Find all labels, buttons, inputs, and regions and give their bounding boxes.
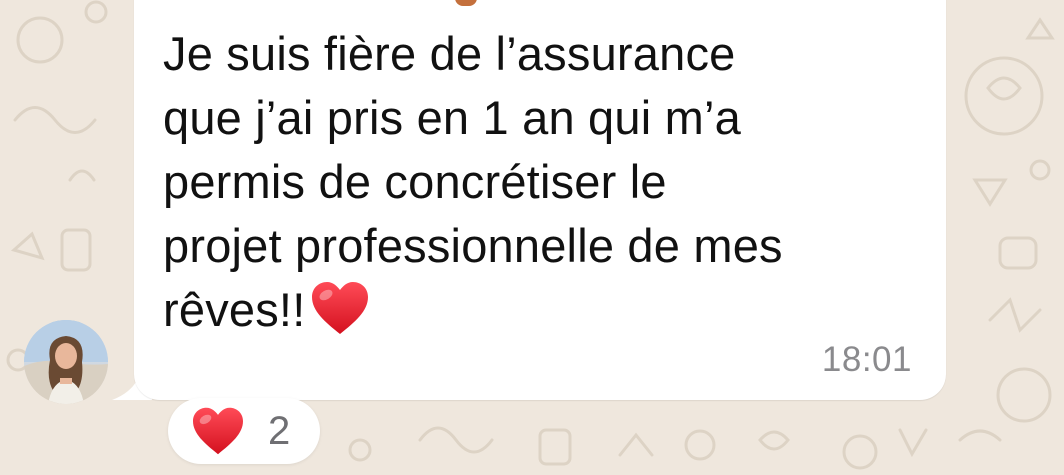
message-line: que j’ai pris en 1 an qui m’a	[163, 91, 741, 144]
message-line: projet professionnelle de mes	[163, 219, 783, 272]
avatar[interactable]	[24, 320, 108, 404]
message-text[interactable]: Je suis fière de l’assurance que j’ai pr…	[163, 22, 923, 342]
message-line: permis de concrétiser le	[163, 155, 667, 208]
message-line: Je suis fière de l’assurance	[163, 27, 736, 80]
profile-photo-icon	[24, 320, 108, 404]
heart-emoji-icon	[312, 282, 369, 334]
message-line-last: rêves!!	[163, 278, 923, 342]
message-timestamp: 18:01	[821, 340, 912, 379]
reaction-count: 2	[268, 408, 291, 453]
message-line: rêves!!	[163, 283, 306, 336]
reaction-pill[interactable]: 2	[168, 398, 320, 464]
heart-emoji-icon	[193, 407, 243, 455]
